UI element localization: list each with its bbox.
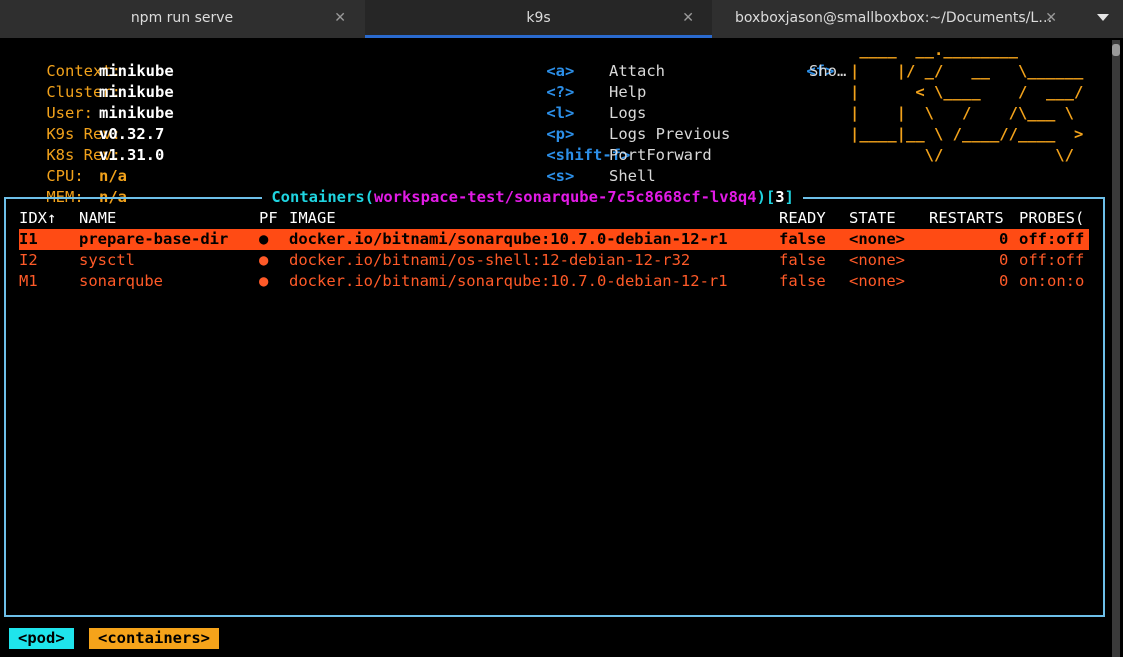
scrollbar-thumb[interactable]: [1112, 44, 1120, 56]
shortcut-label: PortForward: [609, 146, 712, 164]
tab-shell[interactable]: boxboxjason@smallboxbox:~/Documents/L… ✕: [713, 0, 1083, 38]
close-icon[interactable]: ✕: [334, 0, 346, 36]
cell-image: docker.io/bitnami/sonarqube:10.7.0-debia…: [289, 230, 728, 248]
shortcut-label: Logs: [609, 104, 647, 122]
cell-name: sysctl: [79, 251, 135, 269]
info-value: v1.31.0: [99, 146, 165, 164]
shortcut-key: <s>: [546, 167, 575, 185]
cell-idx: I2: [19, 251, 38, 269]
column-header-restarts[interactable]: RESTARTS: [929, 208, 1004, 229]
info-value: minikube: [99, 83, 174, 101]
breadcrumb-containers[interactable]: <containers>: [89, 628, 219, 649]
table-row[interactable]: I1 prepare-base-dir ● docker.io/bitnami/…: [19, 229, 1089, 250]
logo-line: \/ \/: [850, 146, 1074, 164]
cell-probes: off:off: [1019, 251, 1085, 269]
shortcut-label: Attach: [609, 62, 665, 80]
cell-restarts: 0: [999, 251, 1009, 269]
tab-npm-run-serve[interactable]: npm run serve ✕: [0, 0, 364, 38]
close-icon[interactable]: ✕: [1045, 0, 1057, 36]
logo-line: | | \ / /\___ \: [850, 104, 1074, 122]
cell-probes: off:off: [1019, 230, 1085, 248]
cell-state: <none>: [849, 251, 905, 269]
shortcut-show[interactable]: <f> Sho…: [769, 40, 846, 103]
logo-line: | |/ _/ __ \______: [850, 62, 1084, 80]
cell-idx: M1: [19, 272, 38, 290]
cell-probes: on:on:o: [1019, 272, 1085, 290]
active-tab-indicator: [365, 35, 712, 38]
tab-label: boxboxjason@smallboxbox:~/Documents/L…: [735, 10, 1053, 26]
cell-ready: false: [779, 251, 826, 269]
tab-label: npm run serve: [130, 10, 234, 26]
cell-ready: false: [779, 272, 826, 290]
info-value: n/a: [99, 167, 127, 185]
shortcut-label: Sho…: [809, 62, 847, 80]
panel-title-prefix: Containers(: [262, 188, 374, 206]
cell-pf: ●: [259, 230, 269, 248]
cell-state: <none>: [849, 230, 905, 248]
logo-line: |____|__ \ /____//____ >: [850, 125, 1084, 143]
cell-idx: I1: [19, 230, 38, 248]
column-header-ready[interactable]: READY: [779, 208, 826, 229]
cell-restarts: 0: [999, 272, 1009, 290]
cell-pf: ●: [259, 251, 269, 269]
cell-pf: ●: [259, 272, 269, 290]
cell-image: docker.io/bitnami/sonarqube:10.7.0-debia…: [289, 272, 728, 290]
panel-title-end: ]: [784, 188, 804, 206]
shortcut-label: Shell: [609, 167, 656, 185]
logo-line: | < \____ / ___/: [850, 83, 1084, 101]
tab-menu-button[interactable]: [1095, 0, 1111, 38]
column-header-idx[interactable]: IDX↑: [19, 208, 56, 229]
cell-state: <none>: [849, 272, 905, 290]
tab-k9s[interactable]: k9s ✕: [365, 0, 712, 38]
breadcrumb-pod[interactable]: <pod>: [9, 628, 74, 649]
cell-image: docker.io/bitnami/os-shell:12-debian-12-…: [289, 251, 691, 269]
column-header-name[interactable]: NAME: [79, 208, 116, 229]
panel-count: 3: [775, 188, 785, 206]
panel-title-path: workspace-test/sonarqube-7c5c8668cf-lv8q…: [373, 188, 757, 206]
close-icon[interactable]: ✕: [682, 0, 694, 36]
table-row[interactable]: M1 sonarqube ● docker.io/bitnami/sonarqu…: [19, 271, 1089, 292]
cell-restarts: 0: [999, 230, 1009, 248]
column-header-pf[interactable]: PF: [259, 208, 278, 229]
logo-line: ____ __.________: [850, 41, 1018, 59]
panel-title-close: )[: [756, 188, 776, 206]
column-header-probes[interactable]: PROBES(: [1019, 208, 1084, 229]
column-header-image[interactable]: IMAGE: [289, 208, 336, 229]
cell-name: prepare-base-dir: [79, 230, 229, 248]
scrollbar[interactable]: [1112, 40, 1120, 657]
panel-title: Containers(workspace-test/sonarqube-7c5c…: [262, 187, 804, 208]
tab-bar: npm run serve ✕ k9s ✕ boxboxjason@smallb…: [0, 0, 1123, 38]
column-header-state[interactable]: STATE: [849, 208, 896, 229]
table-row[interactable]: I2 sysctl ● docker.io/bitnami/os-shell:1…: [19, 250, 1089, 271]
shortcut-label: Help: [609, 83, 647, 101]
cell-ready: false: [779, 230, 826, 248]
chevron-down-icon: [1097, 14, 1109, 21]
tab-label: k9s: [526, 10, 551, 26]
cell-name: sonarqube: [79, 272, 163, 290]
